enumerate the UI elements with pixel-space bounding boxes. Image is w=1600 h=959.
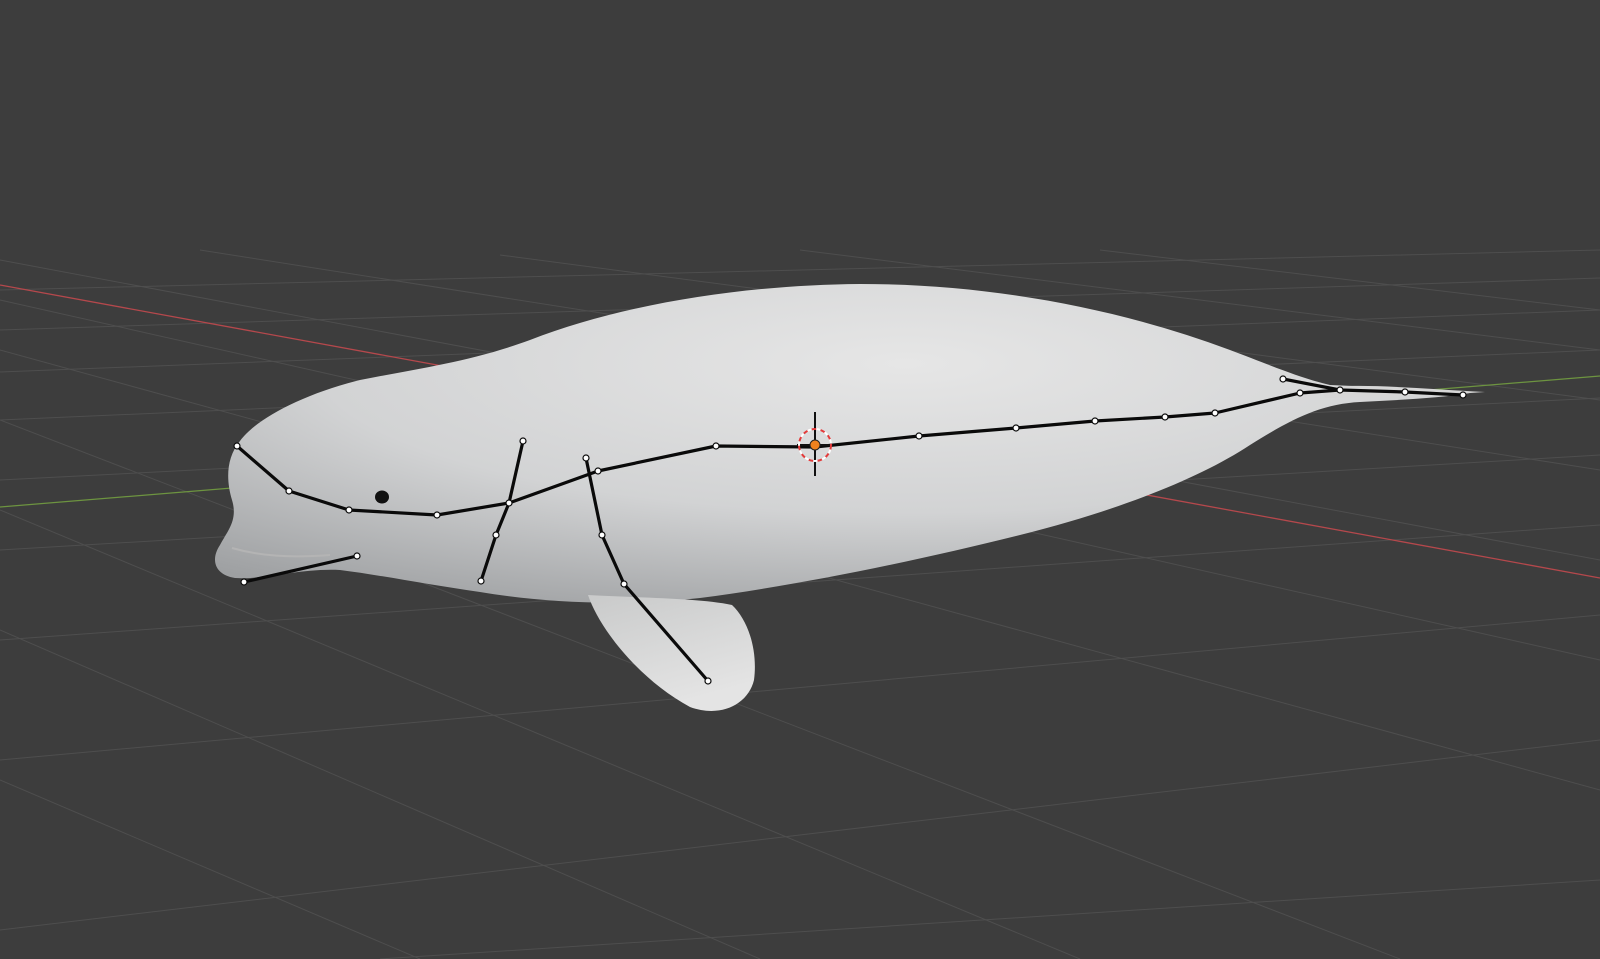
right-flipper[interactable] bbox=[588, 595, 755, 711]
eye bbox=[375, 490, 389, 504]
viewport-canvas[interactable] bbox=[0, 0, 1600, 959]
beluga-whale-mesh[interactable] bbox=[215, 284, 1485, 711]
object-origin bbox=[809, 439, 821, 451]
3d-viewport[interactable] bbox=[0, 0, 1600, 959]
